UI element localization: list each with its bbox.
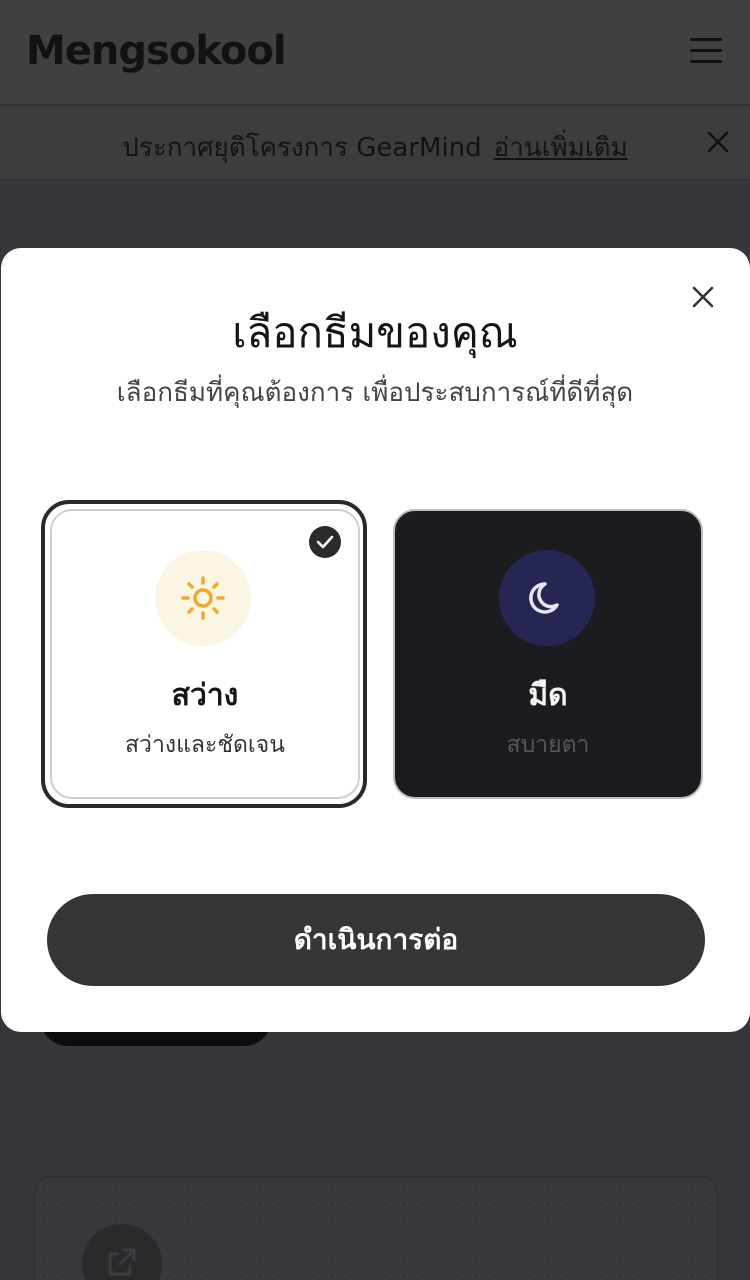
hamburger-menu-icon[interactable] — [690, 38, 722, 66]
announcement-text-wrap: ประกาศยุติโครงการ GearMind อ่านเพิ่มเติม — [0, 127, 750, 168]
announcement-bar: ประกาศยุติโครงการ GearMind อ่านเพิ่มเติม — [0, 106, 750, 180]
modal-subtitle: เลือกธีมที่คุณต้องการ เพื่อประสบการณ์ที่… — [116, 378, 634, 408]
moon-icon — [499, 550, 595, 646]
continue-button[interactable]: ดำเนินการต่อ — [47, 894, 705, 986]
theme-dark-name: มืด — [528, 678, 568, 713]
site-header: Mengsokool — [0, 0, 750, 105]
theme-light-name: สว่าง — [171, 678, 239, 713]
checkmark-icon — [309, 526, 341, 558]
theme-light-description: สว่างและชัดเจน — [125, 732, 285, 758]
modal-title: เลือกธีมของคุณ — [232, 308, 518, 357]
announcement-close-icon[interactable] — [704, 128, 732, 156]
theme-dark-description: สบายตา — [506, 732, 590, 758]
sun-icon — [155, 550, 251, 646]
site-logo[interactable]: Mengsokool — [26, 28, 287, 74]
announcement-text: ประกาศยุติโครงการ GearMind — [122, 133, 482, 163]
announcement-read-more-link[interactable]: อ่านเพิ่มเติม — [494, 133, 628, 163]
